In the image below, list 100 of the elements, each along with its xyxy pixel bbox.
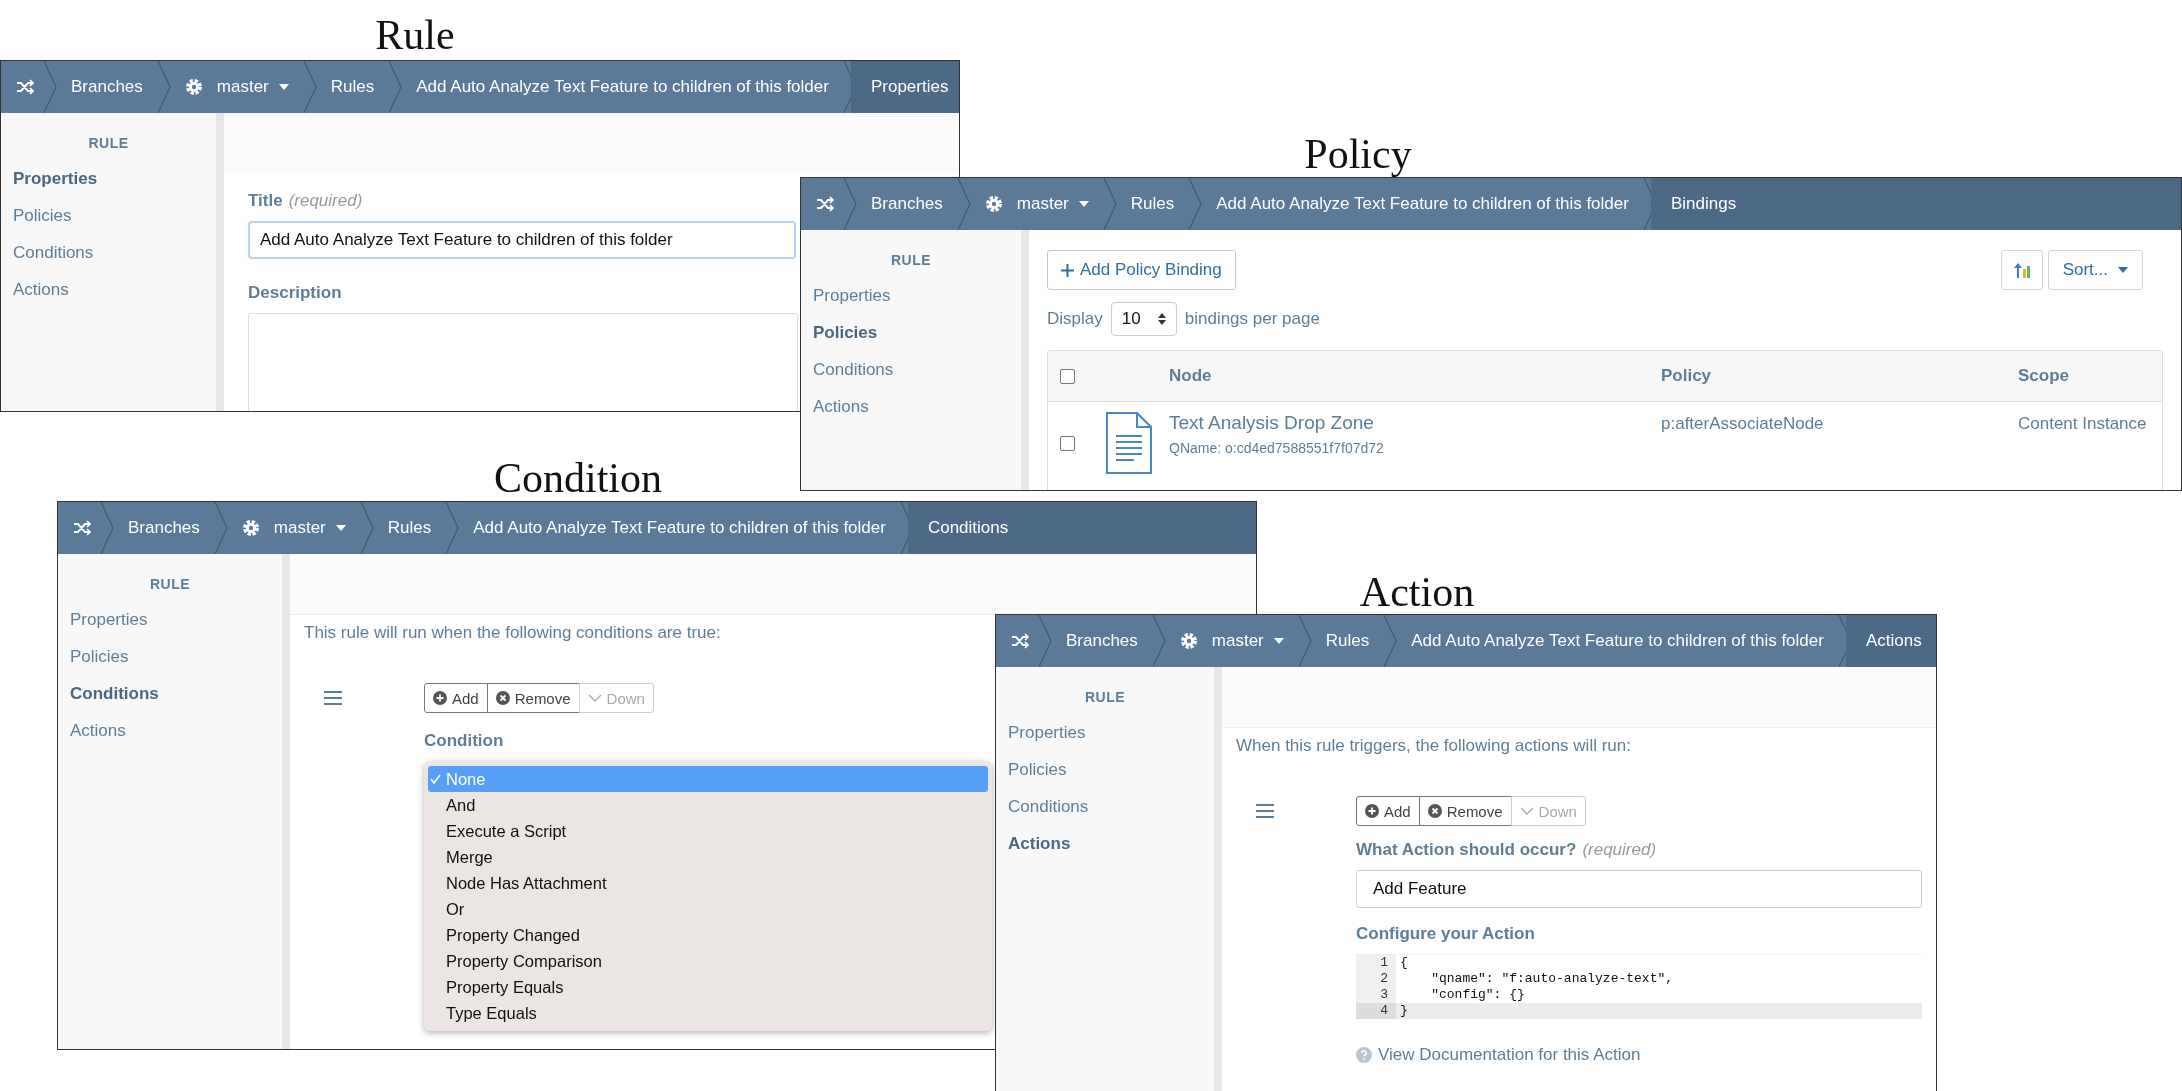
breadcrumb-link[interactable]: Rules: [1305, 615, 1390, 667]
code-line: {: [1399, 955, 1408, 971]
caret-icon: [2118, 267, 2128, 273]
action-label: What Action should occur?: [1356, 840, 1577, 859]
breadcrumb-link[interactable]: Branches: [1046, 615, 1158, 667]
title-input-field[interactable]: Add Auto Analyze Text Feature to children of this folder: [248, 221, 796, 259]
panel-caption: Rule: [375, 14, 455, 56]
breadcrumb-separator: [100, 502, 114, 554]
code-editor[interactable]: 1 { 2 "qname": "f:auto-analyze-text", 3 "config": {} 4 }: [1356, 954, 1922, 1019]
table-cell-text: p:afterAssociateNode: [1661, 413, 1825, 435]
documentation-link[interactable]: View Documentation for this Action: [1378, 1045, 1641, 1065]
branch-link[interactable]: master: [1016, 194, 1069, 214]
breadcrumb-link[interactable]: Rules: [1110, 178, 1195, 230]
required-hint: (required): [1582, 840, 1657, 859]
dropdown-option[interactable]: Execute a Script: [428, 818, 988, 844]
sidebar-item[interactable]: Policies: [996, 752, 1214, 789]
dropdown-option[interactable]: Property Equals: [428, 974, 988, 1000]
dropdown-option[interactable]: And: [428, 792, 988, 818]
branch-link[interactable]: master: [216, 77, 269, 97]
code-line: "config": {}: [1430, 987, 1525, 1003]
sidebar-item[interactable]: Conditions: [996, 789, 1214, 826]
caret-icon[interactable]: [1078, 201, 1089, 207]
dropdown-option[interactable]: None: [428, 766, 988, 792]
required-hint: (required): [288, 191, 363, 210]
branch-link[interactable]: master: [273, 518, 326, 538]
node-link[interactable]: Text Analysis Drop Zone: [1169, 412, 1374, 434]
breadcrumb-link[interactable]: Add Auto Analyze Text Feature to children of this folder: [453, 502, 906, 554]
dropdown-option[interactable]: Or: [428, 896, 988, 922]
code-line: }: [1399, 1003, 1408, 1019]
breadcrumb-link[interactable]: Branches: [108, 502, 220, 554]
breadcrumb-link[interactable]: Add Auto Analyze Text Feature to children of this folder: [1391, 615, 1844, 667]
sidebar-item[interactable]: Properties: [1, 161, 216, 198]
sidebar-item[interactable]: Conditions: [58, 676, 282, 713]
sidebar-item[interactable]: Conditions: [1, 235, 216, 272]
gear-icon: [984, 195, 1003, 213]
breadcrumb-separator: [1188, 178, 1203, 230]
caret-icon[interactable]: [335, 525, 346, 531]
breadcrumb-link[interactable]: Branches: [851, 178, 963, 230]
breadcrumb-link[interactable]: Rules: [310, 61, 395, 113]
sidebar-item[interactable]: Actions: [801, 389, 1021, 426]
sidebar-item[interactable]: Policies: [1, 198, 216, 235]
breadcrumb-separator: [302, 61, 317, 113]
branch-link[interactable]: master: [1211, 631, 1264, 651]
sidebar-item[interactable]: Conditions: [801, 352, 1021, 389]
caret-icon[interactable]: [278, 84, 289, 90]
gear-icon: [1179, 632, 1198, 650]
sidebar-item[interactable]: Policies: [58, 639, 282, 676]
breadcrumb-separator: [1383, 615, 1398, 667]
breadcrumb-separator: [445, 502, 460, 554]
breadcrumb-separator: [1102, 178, 1117, 230]
sort-bars-icon: [2013, 261, 2030, 279]
breadcrumb-link[interactable]: Rules: [367, 502, 452, 554]
breadcrumb-separator: [1151, 615, 1166, 667]
remove-button[interactable]: Remove: [486, 683, 580, 713]
sidebar-heading: RULE: [1083, 689, 1127, 705]
breadcrumb-link[interactable]: Bindings: [1650, 178, 2181, 230]
x-circle-icon: [495, 691, 510, 705]
dropdown-option[interactable]: Property Comparison: [428, 948, 988, 974]
line-number: 3: [1356, 987, 1396, 1003]
breadcrumb-link[interactable]: Add Auto Analyze Text Feature to children of this folder: [396, 61, 849, 113]
breadcrumb-link[interactable]: Add Auto Analyze Text Feature to children of this folder: [1196, 178, 1649, 230]
help-icon: [1356, 1047, 1372, 1063]
table-cell-text: Content Instance: [2018, 413, 2148, 435]
page-size-select[interactable]: 10: [1110, 302, 1177, 336]
add-button[interactable]: Add: [424, 683, 488, 713]
drag-handle-icon[interactable]: [1256, 804, 1274, 818]
breadcrumb-separator: [956, 178, 971, 230]
breadcrumb-link[interactable]: Conditions: [907, 502, 1256, 554]
breadcrumb-separator: [1038, 615, 1052, 667]
dropdown-option[interactable]: Node Has Attachment: [428, 870, 988, 896]
sidebar-item[interactable]: Properties: [996, 715, 1214, 752]
breadcrumb-separator: [388, 61, 403, 113]
dropdown-option[interactable]: Property Changed: [428, 922, 988, 948]
column-header: Scope: [2018, 366, 2071, 386]
breadcrumb-link[interactable]: Actions: [1845, 615, 1936, 667]
sidebar-item[interactable]: Actions: [1, 272, 216, 309]
qname-text: QName: o:cd4ed7588551f7f07d72: [1169, 440, 1384, 456]
sort-order-button[interactable]: [2000, 250, 2043, 290]
dropdown-option[interactable]: Merge: [428, 844, 988, 870]
sidebar-item[interactable]: Properties: [58, 602, 282, 639]
breadcrumb-separator: [43, 61, 57, 113]
remove-button[interactable]: Remove: [1418, 796, 1512, 826]
intro-text: This rule will run when the following conditions are true:: [304, 623, 721, 643]
sidebar-item[interactable]: Actions: [996, 826, 1214, 863]
action-select[interactable]: Add Feature: [1356, 870, 1922, 908]
drag-handle-icon[interactable]: [324, 691, 342, 705]
breadcrumb-separator: [213, 502, 228, 554]
caret-icon[interactable]: [1273, 638, 1284, 644]
select-all-checkbox[interactable]: [1060, 368, 1075, 384]
add-policy-binding-button[interactable]: Add Policy Binding: [1047, 250, 1236, 290]
breadcrumb-link[interactable]: Branches: [51, 61, 163, 113]
breadcrumb-link[interactable]: Properties: [850, 61, 959, 113]
sort-dropdown[interactable]: Sort...: [2047, 250, 2143, 290]
add-button[interactable]: Add: [1356, 796, 1420, 826]
dropdown-option[interactable]: Type Equals: [428, 1000, 988, 1026]
row-checkbox[interactable]: [1060, 435, 1075, 451]
sidebar-item[interactable]: Actions: [58, 713, 282, 750]
sidebar-item[interactable]: Policies: [801, 315, 1021, 352]
gear-icon: [184, 78, 203, 96]
sidebar-item[interactable]: Properties: [801, 278, 1021, 315]
